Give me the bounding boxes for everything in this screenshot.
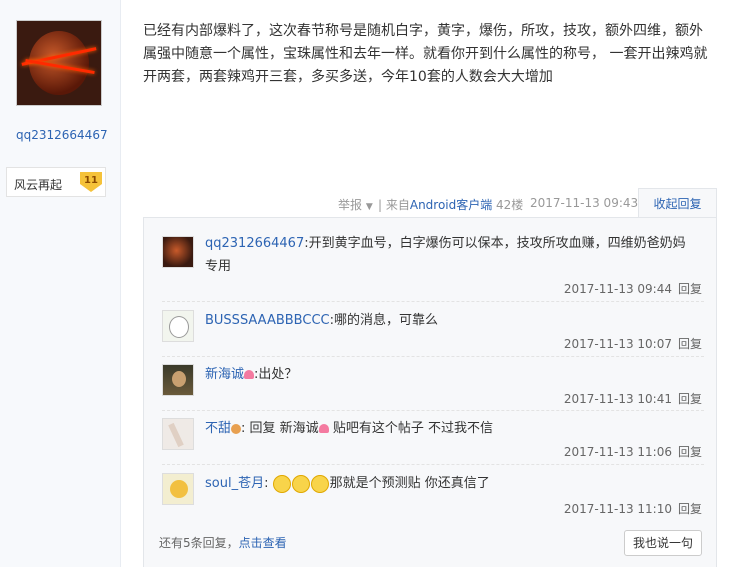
floor-number: 42楼 bbox=[496, 198, 524, 212]
surprised-face-icon bbox=[291, 474, 310, 493]
post-line: 已经有内部爆料了，这次春节称号是随机白字，黄字，爆伤，所攻，技攻，额外四维，额外 bbox=[143, 23, 703, 39]
more-replies: 还有5条回复，点击查看 bbox=[159, 536, 287, 550]
lollipop-icon bbox=[231, 423, 242, 434]
level-title: 风云再起 bbox=[14, 178, 63, 192]
report-link[interactable]: 举报 ▼ bbox=[338, 196, 373, 213]
reply-item: 不甜: 回复 新海诚 贴吧有这个帖子 不过我不信 bbox=[205, 421, 493, 436]
android-client-link[interactable]: Android客户端 bbox=[410, 198, 492, 212]
author-avatar[interactable] bbox=[16, 20, 102, 106]
reply-button[interactable]: 回复 bbox=[678, 502, 702, 516]
surprised-face-icon bbox=[272, 474, 291, 493]
view-more-link[interactable]: 点击查看 bbox=[239, 536, 287, 550]
divider bbox=[162, 356, 704, 357]
divider bbox=[162, 464, 704, 465]
reply-avatar[interactable] bbox=[162, 236, 194, 268]
author-sidebar: qq2312664467 风云再起 11 bbox=[0, 0, 121, 567]
reply-meta: 2017-11-13 11:10 回复 bbox=[564, 500, 702, 517]
reply-prefix: 回复 bbox=[245, 421, 280, 436]
surprised-face-icon bbox=[310, 474, 329, 493]
reply-text: 贴吧有这个帖子 不过我不信 bbox=[328, 421, 493, 436]
author-username[interactable]: qq2312664467 bbox=[16, 128, 108, 142]
reply-panel: qq2312664467:开到黄字血号，白字爆伤可以保本，技攻所攻血赚，四维奶爸… bbox=[143, 217, 717, 567]
reply-target[interactable]: 新海诚 bbox=[280, 421, 319, 436]
level-icon: 11 bbox=[80, 172, 102, 192]
reply-meta: 2017-11-13 10:07 回复 bbox=[564, 335, 702, 352]
reply-text: 出处？ bbox=[258, 367, 298, 382]
reply-meta: 2017-11-13 11:06 回复 bbox=[564, 443, 702, 460]
divider bbox=[162, 410, 704, 411]
post-line: 开两套，两套辣鸡开三套，多买多送，今年10套的人数会大大增加 bbox=[143, 69, 553, 85]
reply-button[interactable]: 回复 bbox=[678, 445, 702, 459]
reply-item: 新海诚:出处？ bbox=[205, 367, 298, 382]
divider bbox=[162, 301, 704, 302]
reply-text: 开到黄字血号，白字爆伤可以保本，技攻所攻血赚，四维奶爸奶妈 bbox=[308, 236, 686, 251]
reply-username[interactable]: 不甜 bbox=[205, 421, 231, 436]
reply-username[interactable]: BUSSSAAABBBCCC bbox=[205, 313, 330, 328]
reply-username[interactable]: 新海诚 bbox=[205, 367, 244, 382]
reply-username[interactable]: soul_苍月 bbox=[205, 476, 264, 491]
reply-avatar[interactable] bbox=[162, 418, 194, 450]
source-label: | 来自Android客户端 bbox=[378, 198, 493, 212]
reply-item: soul_苍月: 那就是个预测贴 你还真信了 bbox=[205, 474, 490, 493]
post-time: 2017-11-13 09:43 bbox=[530, 196, 639, 210]
post-line: 属强中随意一个属性，宝珠属性和去年一样。就看你开到什么属性的称号， 一套开出辣鸡… bbox=[143, 46, 708, 62]
reply-item: qq2312664467:开到黄字血号，白字爆伤可以保本，技攻所攻血赚，四维奶爸… bbox=[205, 236, 686, 274]
reply-comment-button[interactable]: 我也说一句 bbox=[624, 530, 702, 556]
reply-item: BUSSSAAABBBCCC:哪的消息，可靠么 bbox=[205, 313, 438, 328]
reply-meta: 2017-11-13 10:41 回复 bbox=[564, 390, 702, 407]
reply-avatar[interactable] bbox=[162, 310, 194, 342]
reply-button[interactable]: 回复 bbox=[678, 392, 702, 406]
level-badge-box[interactable]: 风云再起 11 bbox=[6, 167, 106, 197]
collapse-replies-button[interactable]: 收起回复 bbox=[638, 188, 717, 218]
reply-time: 2017-11-13 09:44 bbox=[563, 282, 672, 296]
reply-username[interactable]: qq2312664467 bbox=[205, 236, 304, 251]
post-content: 已经有内部爆料了，这次春节称号是随机白字，黄字，爆伤，所攻，技攻，额外四维，额外… bbox=[143, 20, 713, 89]
reply-text-continued: 专用 bbox=[205, 259, 232, 274]
reply-time: 2017-11-13 10:07 bbox=[563, 337, 672, 351]
reply-text: 那就是个预测贴 你还真信了 bbox=[329, 476, 490, 491]
heart-icon bbox=[244, 370, 255, 379]
reply-time: 2017-11-13 10:41 bbox=[563, 392, 672, 406]
reply-time: 2017-11-13 11:06 bbox=[563, 445, 672, 459]
reply-avatar[interactable] bbox=[162, 364, 194, 396]
reply-time: 2017-11-13 11:10 bbox=[563, 502, 672, 516]
reply-text: 哪的消息，可靠么 bbox=[333, 313, 438, 328]
reply-meta: 2017-11-13 09:44 回复 bbox=[564, 280, 702, 297]
heart-icon bbox=[318, 424, 329, 433]
reply-button[interactable]: 回复 bbox=[678, 337, 702, 351]
chevron-down-icon: ▼ bbox=[365, 202, 373, 212]
reply-avatar[interactable] bbox=[162, 473, 194, 505]
reply-button[interactable]: 回复 bbox=[678, 282, 702, 296]
